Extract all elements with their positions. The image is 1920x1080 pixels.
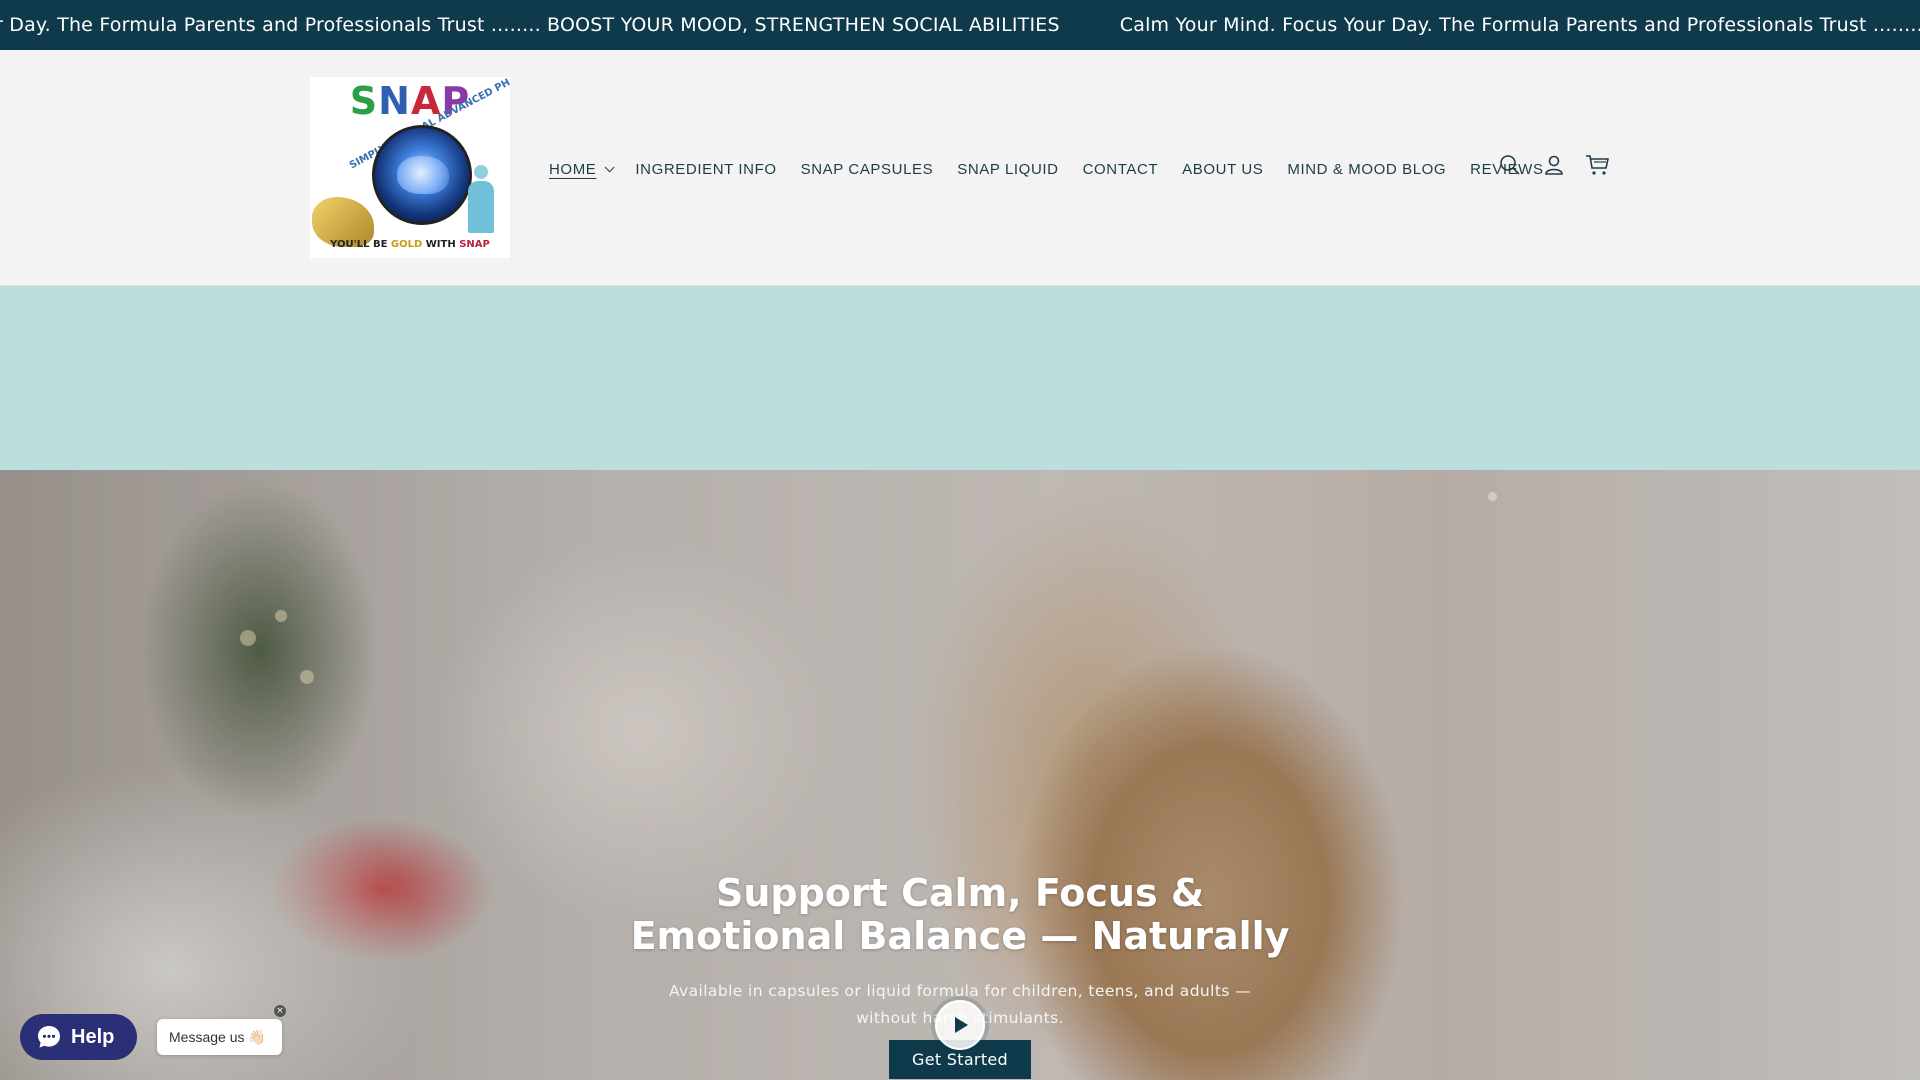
- nav-item-ingredient-info[interactable]: INGREDIENT INFO: [635, 161, 776, 178]
- help-label: Help: [71, 1025, 115, 1048]
- header-icons: [1496, 151, 1628, 179]
- site-header: SNAP SIMPLY NATURAL ADVANCED PHARMA YOU'…: [0, 50, 1920, 286]
- chevron-down-icon: [605, 161, 615, 172]
- nav-item-snap-liquid[interactable]: SNAP LIQUID: [957, 161, 1058, 178]
- announcement-text: r Day. The Formula Parents and Professio…: [0, 14, 1060, 36]
- announcement-bar: r Day. The Formula Parents and Professio…: [0, 0, 1920, 50]
- nav-item-mind-mood-blog[interactable]: MIND & MOOD BLOG: [1287, 161, 1446, 178]
- message-us-bubble[interactable]: Message us 👋🏻: [157, 1019, 282, 1055]
- hero-video-banner: Support Calm, Focus & Emotional Balance …: [0, 470, 1920, 1080]
- logo-brain-graphic: [372, 125, 472, 225]
- search-icon[interactable]: [1496, 151, 1524, 179]
- nav-item-contact[interactable]: CONTACT: [1083, 161, 1159, 178]
- main-nav: HOME INGREDIENT INFO SNAP CAPSULES SNAP …: [549, 157, 1568, 181]
- nav-item-home[interactable]: HOME: [549, 160, 615, 178]
- teal-band: [0, 286, 1920, 470]
- announcement-track: r Day. The Formula Parents and Professio…: [0, 0, 1920, 50]
- account-icon[interactable]: [1540, 151, 1568, 179]
- logo-family-graphic: [466, 165, 498, 235]
- site-logo[interactable]: SNAP SIMPLY NATURAL ADVANCED PHARMA YOU'…: [310, 77, 510, 258]
- nav-item-snap-capsules[interactable]: SNAP CAPSULES: [801, 161, 934, 178]
- help-chat-button[interactable]: Help: [20, 1014, 137, 1060]
- hero-title: Support Calm, Focus & Emotional Balance …: [630, 871, 1290, 958]
- nav-item-about-us[interactable]: ABOUT US: [1182, 161, 1263, 178]
- nav-home-label: HOME: [549, 160, 597, 178]
- close-icon[interactable]: ×: [274, 1005, 286, 1017]
- logo-tagline: YOU'LL BE GOLD WITH SNAP: [330, 239, 490, 250]
- announcement-text-repeat: Calm Your Mind. Focus Your Day. The Form…: [1119, 14, 1920, 36]
- cart-icon[interactable]: [1584, 151, 1612, 179]
- play-icon: [955, 1017, 968, 1033]
- play-video-button[interactable]: [935, 1000, 985, 1050]
- chat-bubble-icon: [38, 1026, 60, 1048]
